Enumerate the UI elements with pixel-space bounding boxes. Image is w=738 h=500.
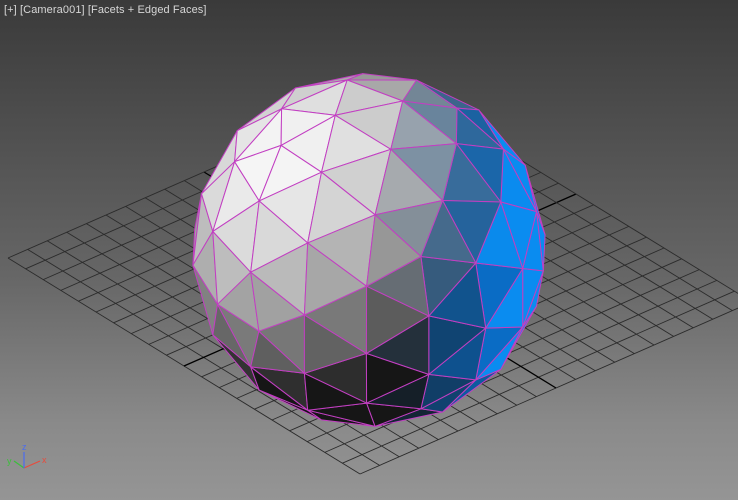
axis-z-label: z (22, 442, 27, 452)
axis-x-label: x (42, 455, 47, 465)
axis-x-line (23, 460, 41, 469)
axis-y-label: y (7, 456, 12, 466)
axis-y-line (13, 460, 25, 469)
axis-tripod: x y z (7, 442, 47, 469)
